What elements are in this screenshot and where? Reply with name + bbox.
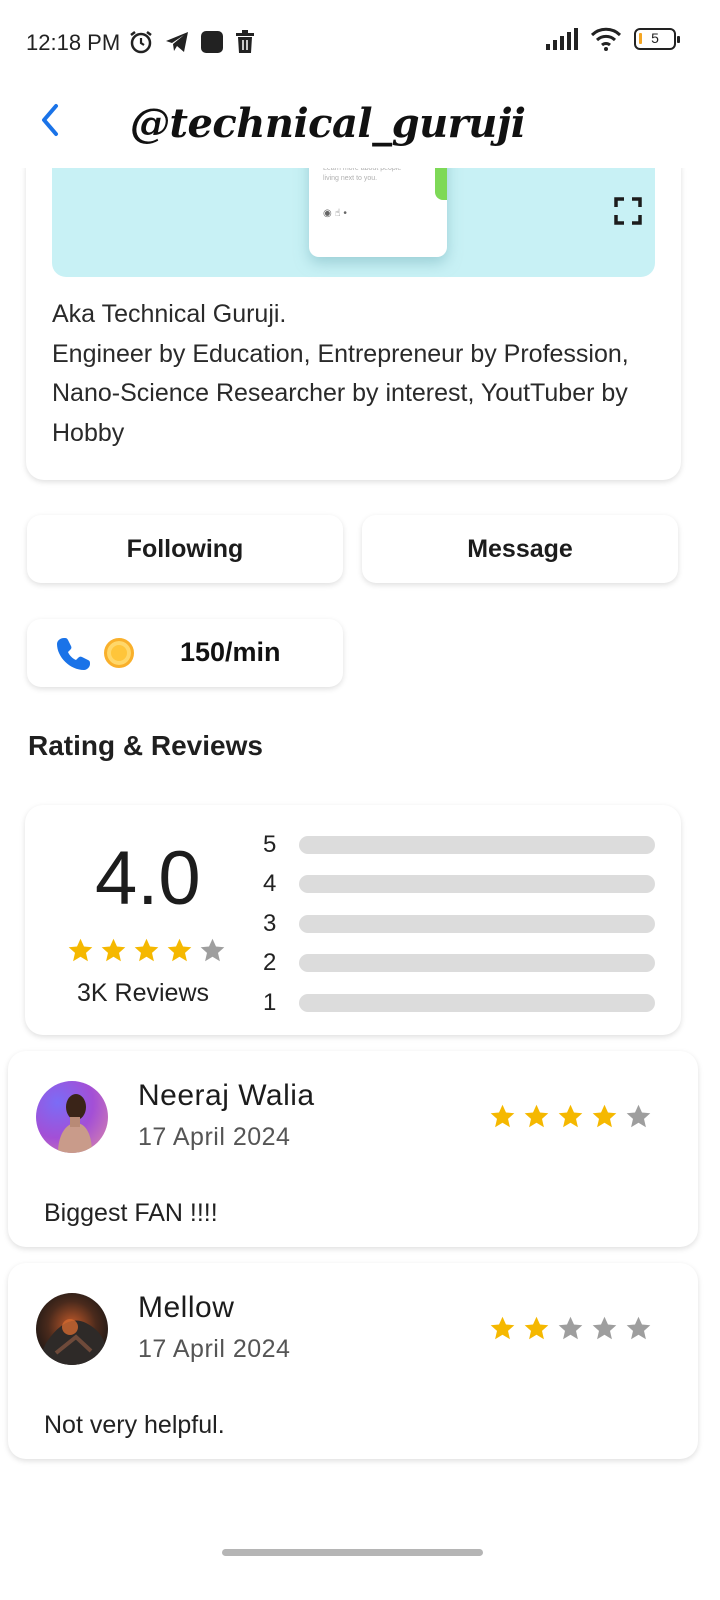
star-filled-icon [68,938,93,962]
star-empty-icon [626,1104,651,1128]
rating-bar-row: 3 [263,904,655,944]
star-filled-icon [558,1104,583,1128]
rating-bar-track [299,993,655,1012]
telegram-icon [166,32,188,52]
rating-bar-label: 5 [263,830,277,858]
section-title: Rating & Reviews [28,730,263,761]
review-stars [489,1315,652,1342]
alarm-icon [130,31,152,54]
status-icons-left [128,29,256,55]
message-button[interactable]: Message [362,515,678,583]
reviewer-name: Mellow [138,1291,235,1324]
star-filled-icon [134,938,159,962]
home-indicator[interactable] [222,1549,483,1556]
avatar [36,1081,108,1153]
star-filled-icon [490,1316,515,1340]
profile-card: Learn more about people living next to y… [26,150,681,480]
app-bar: @technical_guruji [0,86,720,168]
star-filled-icon [490,1104,515,1128]
bio-line-1: Aka Technical Guruji. [52,300,287,328]
back-chevron-icon[interactable] [28,98,72,142]
star-filled-icon [524,1316,549,1340]
rating-summary-card: 4.0 3K Reviews 5 4 3 2 1 [25,805,681,1035]
star-filled-icon [101,938,126,962]
bio-line-2: Engineer by Education, Entrepreneur by P… [52,339,629,447]
avatar [36,1293,108,1365]
average-stars [67,937,226,964]
review-date: 17 April 2024 [138,1335,291,1363]
rating-bar-row: 2 [263,944,655,984]
star-filled-icon [167,938,192,962]
following-button[interactable]: Following [27,515,343,583]
rating-bar-row: 1 [263,983,655,1023]
star-empty-icon [558,1316,583,1340]
reviewer-name: Neeraj Walia [138,1079,315,1112]
status-time: 12:18 PM [26,30,121,55]
phone-icon [57,638,90,670]
review-count: 3K Reviews [77,979,209,1007]
review-text: Biggest FAN !!!! [44,1199,218,1227]
rating-bar-label: 3 [263,909,277,937]
app-square-icon [201,31,223,53]
rating-bar-label: 2 [263,949,277,977]
review-date: 17 April 2024 [138,1123,291,1151]
rating-distribution: 5 4 3 2 1 [263,825,655,1023]
fullscreen-expand-icon[interactable] [614,197,642,225]
coin-icon [104,638,134,668]
rating-bar-track [299,835,655,854]
rating-bar-label: 4 [263,870,277,898]
star-empty-icon [626,1316,651,1340]
status-icons-right: 5 [546,27,680,51]
star-filled-icon [524,1104,549,1128]
profile-handle: @technical_guruji [130,100,526,147]
review-stars [489,1103,652,1130]
rating-bar-row: 5 [263,825,655,865]
rating-bar-row: 4 [263,865,655,905]
review-text: Not very helpful. [44,1411,225,1439]
star-empty-icon [592,1316,617,1340]
star-empty-icon [200,938,225,962]
rating-bar-track [299,954,655,973]
review-card: Neeraj Walia 17 April 2024 Biggest FAN !… [8,1051,698,1247]
average-rating: 4.0 [95,836,201,921]
trash-icon [236,30,254,53]
profile-bio: Aka Technical Guruji. Engineer by Educat… [52,295,652,453]
wifi-icon [590,27,622,51]
rating-bar-track [299,875,655,894]
signal-icon [546,28,578,50]
call-rate-button[interactable]: 150/min [27,619,343,687]
status-bar: 12:18 PM 5 [0,0,720,86]
rating-bar-track [299,914,655,933]
rating-bar-label: 1 [263,988,277,1016]
star-filled-icon [592,1104,617,1128]
review-card: Mellow 17 April 2024 Not very helpful. [8,1263,698,1459]
call-rate: 150/min [180,637,281,667]
battery-icon: 5 [634,28,680,50]
cover-image: Learn more about people living next to y… [52,150,655,277]
